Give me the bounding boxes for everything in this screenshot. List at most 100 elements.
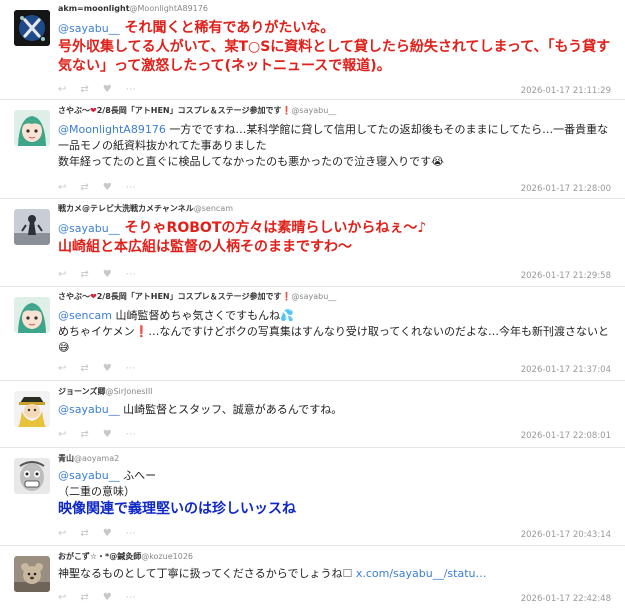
avatar[interactable] — [14, 209, 50, 245]
more-icon[interactable]: ⋯ — [126, 182, 136, 193]
display-name[interactable]: おがこず☆・*@鍼灸師 — [58, 552, 141, 561]
tweet-actions: ↩ ⇄ ♥ ⋯ — [58, 269, 150, 280]
display-name[interactable]: さやぶ〜 — [58, 106, 90, 115]
mention-link[interactable]: @sayabu__ — [58, 469, 120, 482]
tweet-text: @sayabu__ ふへー （二重の意味） 映像関連で義理堅いのは珍しいッスね — [58, 468, 611, 519]
avatar[interactable] — [14, 556, 50, 592]
tweet-emphasis-text: 映像関連で義理堅いのは珍しいッスね — [58, 501, 296, 517]
reply-icon[interactable]: ↩ — [58, 528, 66, 539]
more-icon[interactable]: ⋯ — [126, 269, 136, 280]
mention-link[interactable]: @sayabu__ — [58, 222, 120, 235]
tweet: akm=moonlight@MoonlightA89176 @sayabu__ … — [0, 0, 625, 100]
avatar[interactable] — [14, 10, 50, 46]
tweet-text: @MoonlightA89176 一方でですね…某科学館に貸して信用してたの返却… — [58, 122, 611, 170]
reply-icon[interactable]: ↩ — [58, 84, 66, 95]
handle[interactable]: @sayabu__ — [291, 106, 336, 115]
tweet-text-line: 山崎監督とスタッフ、誠意があるんですね。 — [119, 403, 343, 416]
like-icon[interactable]: ♥ — [103, 182, 112, 193]
more-icon[interactable]: ⋯ — [126, 363, 136, 374]
handle[interactable]: @sayabu__ — [291, 292, 336, 301]
like-icon[interactable]: ♥ — [103, 84, 112, 95]
tweet-text-line: ふへー — [119, 469, 157, 482]
timestamp[interactable]: 2026-01-17 21:11:29 — [521, 86, 611, 96]
reply-icon[interactable]: ↩ — [58, 363, 66, 374]
display-name-suffix: 2/8長岡「アトHEN」コスプレ＆ステージ参加です — [96, 106, 282, 115]
avatar[interactable] — [14, 110, 50, 146]
tweet-emphasis-text: 山崎組と本広組は監督の人柄そのままですわ～ — [58, 239, 352, 255]
retweet-icon[interactable]: ⇄ — [80, 182, 88, 193]
avatar[interactable] — [14, 297, 50, 333]
timestamp[interactable]: 2026-01-17 22:08:01 — [521, 431, 611, 441]
like-icon[interactable]: ♥ — [103, 528, 112, 539]
x-logo-icon — [14, 10, 50, 46]
tweet-header: ジョーンズ卿@SirJonesIII — [58, 386, 153, 397]
heart-icon: ❤ — [90, 292, 97, 301]
more-icon[interactable]: ⋯ — [126, 84, 136, 95]
tweet-header: おがこず☆・*@鍼灸師@kozue1026 — [58, 551, 193, 562]
tweet-emphasis-text: それ聞くと稀有でありがたいな。 — [119, 20, 335, 36]
timestamp[interactable]: 2026-01-17 21:37:04 — [521, 365, 611, 375]
reply-icon[interactable]: ↩ — [58, 429, 66, 440]
display-name[interactable]: 戦カメ@テレビ大洗戦カメチャンネル — [58, 204, 194, 213]
timestamp[interactable]: 2026-01-17 21:28:00 — [521, 184, 611, 194]
tweet-emphasis-text: 号外収集してる人がいて、某T○Sに資料として貸したら紛失されてしまって、「もう貸… — [58, 39, 611, 74]
face-avatar-icon — [14, 458, 50, 494]
mention-link[interactable]: @sencam — [58, 309, 112, 322]
more-icon[interactable]: ⋯ — [126, 592, 136, 603]
display-name[interactable]: ジョーンズ卿 — [58, 387, 105, 396]
anime-avatar-icon — [14, 297, 50, 333]
mention-link[interactable]: @sayabu__ — [58, 22, 120, 35]
tweet-header: 青山@aoyama2 — [58, 453, 119, 464]
retweet-icon[interactable]: ⇄ — [80, 592, 88, 603]
link-icon: ☐ — [342, 567, 353, 580]
tweet-text: @sayabu__ そりゃROBOTの方々は素晴らしいからねぇ～♪ 山崎組と本広… — [58, 219, 611, 257]
mention-link[interactable]: @sayabu__ — [58, 403, 120, 416]
retweet-icon[interactable]: ⇄ — [80, 429, 88, 440]
retweet-icon[interactable]: ⇄ — [80, 269, 88, 280]
handle[interactable]: @kozue1026 — [141, 552, 193, 561]
tweet-text: @sencam 山崎監督めちゃ気さくですもんね💦 めちゃイケメン❗…なんですけど… — [58, 308, 611, 356]
handle[interactable]: @MoonlightA89176 — [130, 4, 208, 13]
retweet-icon[interactable]: ⇄ — [80, 363, 88, 374]
avatar[interactable] — [14, 391, 50, 427]
avatar[interactable] — [14, 458, 50, 494]
anime-avatar-icon — [14, 110, 50, 146]
tweet-header: さやぶ〜❤2/8長岡「アトHEN」コスプレ＆ステージ参加です❗@sayabu__ — [58, 291, 336, 302]
tweet-actions: ↩ ⇄ ♥ ⋯ — [58, 84, 150, 95]
robot-avatar-icon — [14, 209, 50, 245]
tweet-header: 戦カメ@テレビ大洗戦カメチャンネル@sencam — [58, 203, 233, 214]
handle[interactable]: @sencam — [194, 204, 233, 213]
timestamp[interactable]: 2026-01-17 20:43:14 — [521, 530, 611, 540]
tweet-text: @sayabu__ それ聞くと稀有でありがたいな。 号外収集してる人がいて、某T… — [58, 19, 611, 76]
tweet-text: 神聖なるものとして丁寧に扱ってくださるからでしょうね☐ x.com/sayabu… — [58, 566, 611, 582]
like-icon[interactable]: ♥ — [103, 429, 112, 440]
like-icon[interactable]: ♥ — [103, 592, 112, 603]
display-name[interactable]: 青山 — [58, 454, 74, 463]
retweet-icon[interactable]: ⇄ — [80, 84, 88, 95]
reply-icon[interactable]: ↩ — [58, 182, 66, 193]
timestamp[interactable]: 2026-01-17 22:42:48 — [521, 594, 611, 604]
retweet-icon[interactable]: ⇄ — [80, 528, 88, 539]
display-name-suffix: 2/8長岡「アトHEN」コスプレ＆ステージ参加です — [96, 292, 282, 301]
more-icon[interactable]: ⋯ — [126, 528, 136, 539]
display-name[interactable]: さやぶ〜 — [58, 292, 90, 301]
tweet-text: @sayabu__ 山崎監督とスタッフ、誠意があるんですね。 — [58, 402, 611, 418]
handle[interactable]: @aoyama2 — [74, 454, 119, 463]
tweet-emphasis-text: そりゃROBOTの方々は素晴らしいからねぇ～♪ — [119, 220, 427, 236]
more-icon[interactable]: ⋯ — [126, 429, 136, 440]
handle[interactable]: @SirJonesIII — [105, 387, 152, 396]
tweet-link[interactable]: x.com/sayabu__/statu… — [356, 567, 487, 580]
tweet-actions: ↩ ⇄ ♥ ⋯ — [58, 429, 150, 440]
sweat-smile-emoji-icon: 😅 — [58, 341, 70, 354]
reply-icon[interactable]: ↩ — [58, 592, 66, 603]
tweet-actions: ↩ ⇄ ♥ ⋯ — [58, 528, 150, 539]
like-icon[interactable]: ♥ — [103, 269, 112, 280]
tweet-text-line: …なんですけどボクの写真集はすんなり受け取ってくれないのだよな…今年も新刊渡さな… — [148, 325, 609, 338]
like-icon[interactable]: ♥ — [103, 363, 112, 374]
timestamp[interactable]: 2026-01-17 21:29:58 — [521, 271, 611, 281]
mention-link[interactable]: @MoonlightA89176 — [58, 123, 166, 136]
display-name[interactable]: akm=moonlight — [58, 4, 130, 13]
tweet-actions: ↩ ⇄ ♥ ⋯ — [58, 182, 150, 193]
reply-icon[interactable]: ↩ — [58, 269, 66, 280]
tweet: おがこず☆・*@鍼灸師@kozue1026 神聖なるものとして丁寧に扱ってくださ… — [0, 546, 625, 610]
